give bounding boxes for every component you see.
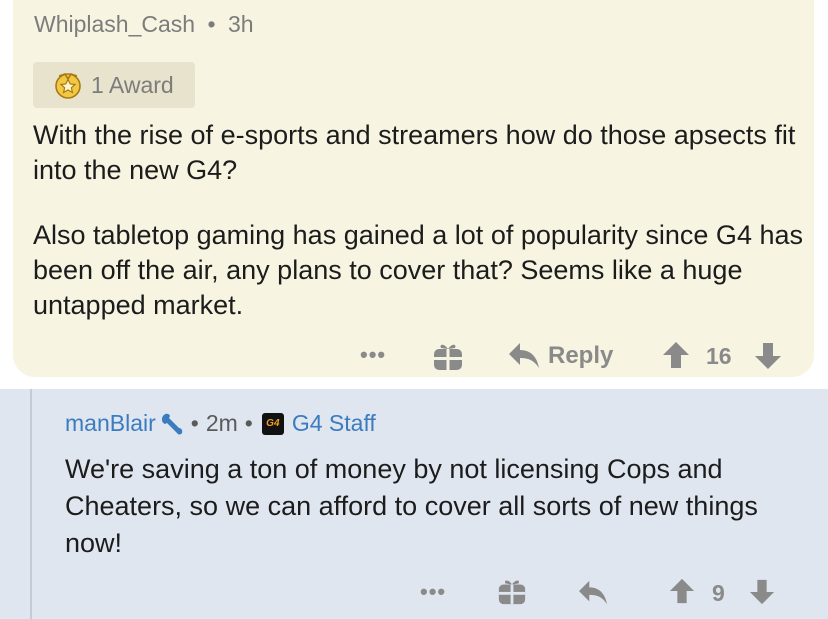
upvote-icon (669, 578, 695, 604)
vote-score: 16 (706, 343, 732, 369)
give-award-button[interactable] (432, 340, 464, 372)
gift-icon (432, 340, 464, 372)
upvote-button[interactable] (662, 341, 690, 369)
reply-reply-button[interactable] (578, 579, 608, 607)
upvote-icon (662, 341, 690, 369)
reply-comment-meta: manBlair • 2m • G4 G4 Staff (65, 410, 376, 437)
user-flair: G4 Staff (291, 410, 376, 436)
mod-wrench-icon (160, 412, 184, 436)
reply-label: Reply (548, 342, 614, 369)
downvote-icon (749, 579, 775, 605)
meta-separator: • (244, 410, 253, 436)
reply-arrow-icon (578, 579, 608, 607)
reply-downvote-button[interactable] (749, 579, 775, 605)
parent-comment-meta: Whiplash_Cash • 3h (34, 11, 254, 38)
more-options-button[interactable]: ••• (360, 342, 386, 368)
award-icon (53, 70, 83, 100)
downvote-button[interactable] (754, 342, 782, 370)
reply-more-options-button[interactable]: ••• (420, 579, 446, 605)
more-options-icon: ••• (420, 579, 447, 604)
reply-upvote-button[interactable] (669, 578, 695, 604)
reply-arrow-icon (508, 341, 540, 371)
parent-username[interactable]: Whiplash_Cash (34, 11, 195, 37)
reply-button[interactable]: Reply (508, 341, 613, 371)
parent-comment-paragraph-1: With the rise of e-sports and streamers … (33, 120, 796, 185)
parent-age: 3h (227, 11, 254, 37)
reply-age: 2m (205, 410, 238, 436)
gift-icon (497, 576, 527, 606)
award-label: 1 Award (91, 71, 174, 98)
more-options-icon: ••• (360, 342, 387, 367)
meta-separator: • (190, 410, 199, 436)
reply-give-award-button[interactable] (497, 576, 527, 606)
parent-comment-paragraph-2: Also tabletop gaming has gained a lot of… (33, 220, 803, 320)
g4-badge-icon: G4 (261, 412, 284, 435)
downvote-icon (754, 342, 782, 370)
thread-line[interactable] (30, 389, 32, 619)
reply-comment-body: We're saving a ton of money by not licen… (65, 454, 758, 558)
reply-username[interactable]: manBlair (65, 410, 156, 437)
meta-separator: • (207, 11, 216, 37)
award-badge[interactable]: 1 Award (33, 62, 195, 108)
reply-vote-score: 9 (712, 580, 725, 606)
g4-badge-text: G4 (266, 418, 280, 429)
